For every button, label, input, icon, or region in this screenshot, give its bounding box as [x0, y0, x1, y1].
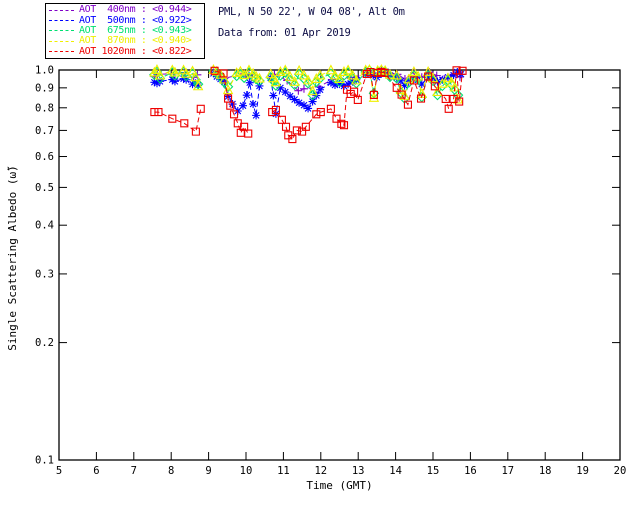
- plot-border: [58, 69, 621, 461]
- x-tick-label: 16: [464, 465, 477, 477]
- legend-dash-swatch: [49, 20, 74, 22]
- x-tick-label: 7: [131, 465, 137, 477]
- x-tick-label: 8: [168, 465, 174, 477]
- legend-dash-swatch: [49, 9, 74, 11]
- x-tick-label: 6: [93, 465, 99, 477]
- x-tick-label: 17: [501, 465, 514, 477]
- x-tick-label: 20: [614, 465, 627, 477]
- y-tick-label: 0.7: [35, 125, 54, 137]
- x-tick-label: 14: [389, 465, 402, 477]
- x-tick-label: 10: [240, 465, 253, 477]
- y-tick-label: 0.5: [35, 182, 54, 194]
- y-tick-label: 0.4: [35, 220, 54, 232]
- legend-item: AOT 1020nm : <0.822>: [49, 45, 201, 57]
- x-tick-label: 12: [314, 465, 327, 477]
- y-tick-label: 0.6: [35, 151, 54, 163]
- legend-item-label: AOT 870nm : <0.940>: [79, 35, 192, 47]
- x-tick-label: 15: [427, 465, 440, 477]
- x-tick-label: 18: [539, 465, 552, 477]
- legend-dash-swatch: [49, 40, 74, 42]
- legend-dash-swatch: [49, 51, 74, 53]
- aeronet-ssa-plot-page: 5 6 7 8 9 10 11 12 13 14 15 16 17 18 19 20 0.1 0.2 0.3 0.4 0…: [0, 0, 640, 512]
- x-tick-label: 13: [352, 465, 365, 477]
- legend-item-label: AOT 400nm : <0.944>: [79, 4, 192, 16]
- y-tick-label: 0.3: [35, 268, 54, 280]
- ssa-time-series-chart: 5 6 7 8 9 10 11 12 13 14 15 16 17 18 19 20 0.1 0.2 0.3 0.4 0…: [6, 64, 627, 492]
- legend-item: AOT 400nm : <0.944>: [49, 5, 201, 15]
- legend-item: AOT 870nm : <0.940>: [49, 36, 201, 46]
- x-tick-label: 19: [576, 465, 589, 477]
- x-tick-label: 5: [56, 465, 62, 477]
- plot-header: PML, N 50 22', W 04 08', Alt 0m Data fro…: [218, 2, 405, 44]
- y-axis-title: Single Scattering Albedo (ω̃): [6, 165, 19, 350]
- y-tick-label: 0.1: [35, 455, 54, 467]
- x-axis-title: Time (GMT): [306, 479, 372, 492]
- y-tick-label: 0.8: [35, 102, 54, 114]
- x-tick-label: 11: [277, 465, 290, 477]
- x-tick-label: 9: [205, 465, 211, 477]
- site-location-text: PML, N 50 22', W 04 08', Alt 0m: [218, 6, 405, 18]
- data-date-text: Data from: 01 Apr 2019: [218, 27, 351, 39]
- y-tick-label: 0.9: [35, 82, 54, 94]
- legend-box: AOT 400nm : <0.944> AOT 500nm : <0.922> AO…: [45, 3, 205, 59]
- legend-item-label: AOT 1020nm : <0.822>: [79, 45, 192, 57]
- y-tick-label: 1.0: [35, 65, 54, 77]
- legend-dash-swatch: [49, 30, 74, 32]
- y-tick-label: 0.2: [35, 337, 54, 349]
